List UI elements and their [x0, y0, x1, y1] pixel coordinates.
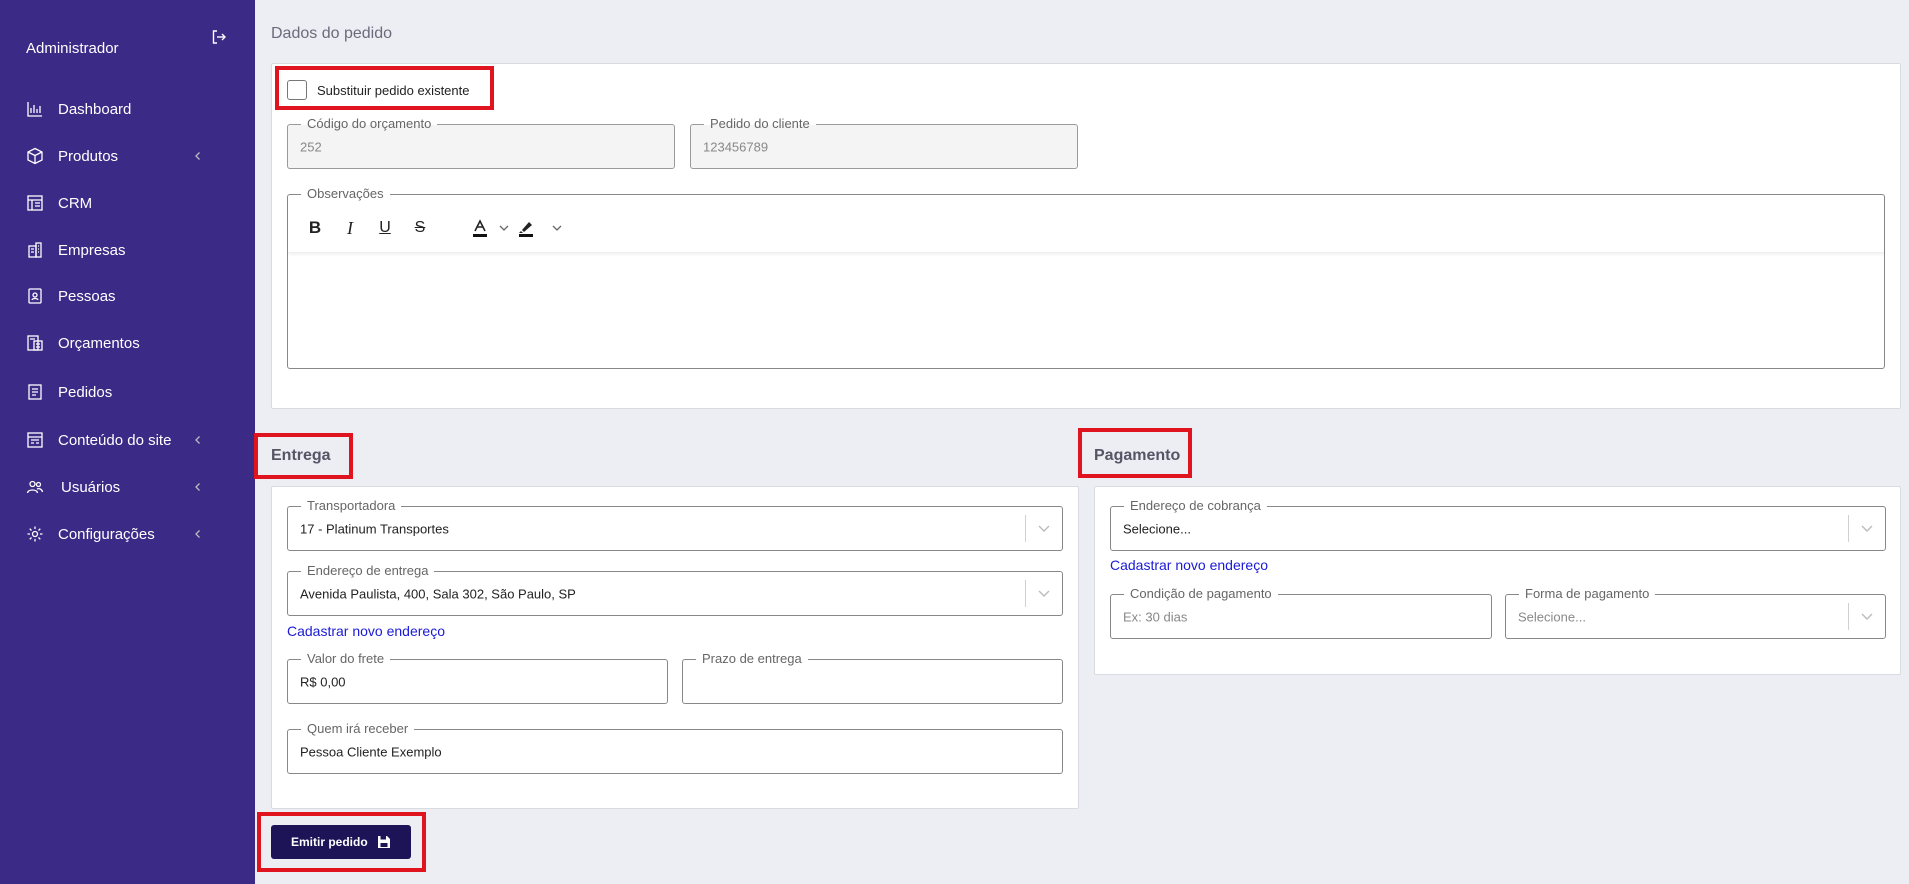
- users-icon: [26, 480, 44, 494]
- sidebar-item-pessoas[interactable]: Pessoas: [0, 276, 255, 316]
- substituir-pedido-label: Substituir pedido existente: [317, 83, 470, 98]
- crm-board-icon: [27, 195, 43, 211]
- field-label: Transportadora: [301, 498, 402, 514]
- field-placeholder: Selecione...: [1518, 609, 1586, 624]
- sidebar-item-label: Dashboard: [58, 100, 132, 118]
- emitir-pedido-button[interactable]: Emitir pedido: [271, 825, 411, 859]
- substituir-pedido-checkbox[interactable]: [287, 80, 307, 100]
- editor-toolbar: B I U S: [288, 195, 1884, 253]
- chevron-down-icon: [1038, 525, 1050, 532]
- sidebar-item-crm[interactable]: CRM: [0, 183, 255, 223]
- sidebar-item-label: Pedidos: [58, 383, 113, 401]
- condicao-pagamento-field[interactable]: Condição de pagamento Ex: 30 dias: [1110, 586, 1492, 639]
- user-name: Administrador: [26, 40, 119, 57]
- cadastrar-endereco-cobranca-link[interactable]: Cadastrar novo endereço: [1110, 557, 1268, 573]
- sidebar-item-label: Usuários: [61, 478, 121, 496]
- person-badge-icon: [28, 288, 42, 304]
- dados-pedido-card: Substituir pedido existente Código do or…: [271, 63, 1901, 409]
- pagamento-card: Endereço de cobrança Selecione... Cadast…: [1094, 486, 1901, 675]
- field-value: Pessoa Cliente Exemplo: [300, 744, 442, 759]
- sidebar-item-label: Orçamentos: [58, 334, 140, 352]
- field-value: 123456789: [703, 139, 769, 154]
- select-separator: [1848, 603, 1849, 630]
- chevron-down-icon: [1861, 613, 1873, 620]
- sidebar-item-usuarios[interactable]: Usuários: [0, 467, 255, 507]
- endereco-entrega-select[interactable]: Endereço de entrega Avenida Paulista, 40…: [287, 563, 1063, 616]
- chevron-down-icon[interactable]: [552, 225, 562, 232]
- forma-pagamento-select[interactable]: Forma de pagamento Selecione...: [1505, 586, 1886, 639]
- quem-recebe-field[interactable]: Quem irá receber Pessoa Cliente Exemplo: [287, 721, 1063, 774]
- chevron-left-icon: [195, 483, 200, 491]
- field-label: Prazo de entrega: [696, 651, 808, 667]
- cadastrar-endereco-entrega-link[interactable]: Cadastrar novo endereço: [287, 623, 445, 639]
- field-label: Valor do frete: [301, 651, 391, 667]
- sidebar-item-label: Empresas: [58, 241, 126, 259]
- field-label: Pedido do cliente: [704, 116, 816, 132]
- sidebar-item-produtos[interactable]: Produtos: [0, 136, 255, 176]
- select-separator: [1025, 515, 1026, 542]
- highlight-icon[interactable]: [515, 217, 537, 239]
- entrega-card: Transportadora 17 - Platinum Transportes…: [271, 486, 1079, 809]
- sidebar-item-label: Produtos: [58, 147, 119, 165]
- field-placeholder: Ex: 30 dias: [1123, 609, 1188, 624]
- field-value: Selecione...: [1123, 521, 1191, 536]
- receipt-icon: [28, 384, 42, 400]
- sidebar-item-dashboard[interactable]: Dashboard: [0, 89, 255, 129]
- strikethrough-icon[interactable]: S: [409, 217, 431, 239]
- logout-icon[interactable]: [211, 29, 227, 45]
- field-label: Endereço de entrega: [301, 563, 435, 579]
- building-icon: [28, 242, 42, 258]
- field-label: Quem irá receber: [301, 721, 415, 737]
- codigo-orcamento-field[interactable]: Código do orçamento 252: [287, 116, 675, 169]
- sidebar-item-label: Configurações: [58, 525, 155, 543]
- sidebar-item-empresas[interactable]: Empresas: [0, 230, 255, 270]
- field-label: Forma de pagamento: [1519, 586, 1656, 602]
- field-value: 252: [300, 139, 322, 154]
- select-separator: [1848, 515, 1849, 542]
- field-label: Código do orçamento: [301, 116, 438, 132]
- section-title-dados-pedido: Dados do pedido: [271, 25, 392, 42]
- select-separator: [1025, 580, 1026, 607]
- valor-frete-field[interactable]: Valor do frete R$ 0,00: [287, 651, 668, 704]
- bar-chart-icon: [27, 102, 42, 117]
- calculator-doc-icon: [27, 335, 43, 351]
- sidebar-item-label: Pessoas: [58, 287, 116, 305]
- chevron-left-icon: [195, 530, 200, 538]
- sidebar-item-label: Conteúdo do site: [58, 431, 172, 449]
- chevron-left-icon: [195, 152, 200, 160]
- endereco-cobranca-select[interactable]: Endereço de cobrança Selecione...: [1110, 498, 1886, 551]
- gear-icon: [27, 526, 43, 542]
- section-title-pagamento: Pagamento: [1094, 447, 1181, 464]
- prazo-entrega-field[interactable]: Prazo de entrega: [682, 651, 1063, 704]
- sidebar-item-configuracoes[interactable]: Configurações: [0, 514, 255, 554]
- field-label: Endereço de cobrança: [1124, 498, 1267, 514]
- chevron-down-icon[interactable]: [499, 225, 509, 232]
- sidebar-item-orcamentos[interactable]: Orçamentos: [0, 323, 255, 363]
- sidebar-item-conteudo-do-site[interactable]: Conteúdo do site: [0, 420, 255, 460]
- field-value: Avenida Paulista, 400, Sala 302, São Pau…: [300, 586, 576, 601]
- chevron-down-icon: [1038, 590, 1050, 597]
- field-value: 17 - Platinum Transportes: [300, 521, 449, 536]
- sidebar-item-pedidos[interactable]: Pedidos: [0, 372, 255, 412]
- sidebar-item-label: CRM: [58, 194, 93, 212]
- chevron-down-icon: [1861, 525, 1873, 532]
- box-icon: [27, 147, 43, 165]
- transportadora-select[interactable]: Transportadora 17 - Platinum Transportes: [287, 498, 1063, 551]
- section-title-entrega: Entrega: [271, 447, 331, 464]
- chevron-left-icon: [195, 436, 200, 444]
- save-icon: [378, 836, 390, 848]
- font-color-icon[interactable]: [469, 217, 491, 239]
- web-content-icon: [27, 432, 43, 448]
- button-label: Emitir pedido: [291, 835, 368, 849]
- underline-icon[interactable]: U: [374, 217, 396, 239]
- sidebar: Administrador Dashboard Produtos CRM Emp…: [0, 0, 255, 884]
- pedido-cliente-field[interactable]: Pedido do cliente 123456789: [690, 116, 1078, 169]
- field-value: R$ 0,00: [300, 674, 346, 689]
- observacoes-textarea[interactable]: [288, 253, 1884, 368]
- italic-icon[interactable]: I: [339, 217, 361, 239]
- bold-icon[interactable]: B: [304, 217, 326, 239]
- observacoes-editor: Observações B I U S: [287, 186, 1885, 369]
- field-label: Condição de pagamento: [1124, 586, 1278, 602]
